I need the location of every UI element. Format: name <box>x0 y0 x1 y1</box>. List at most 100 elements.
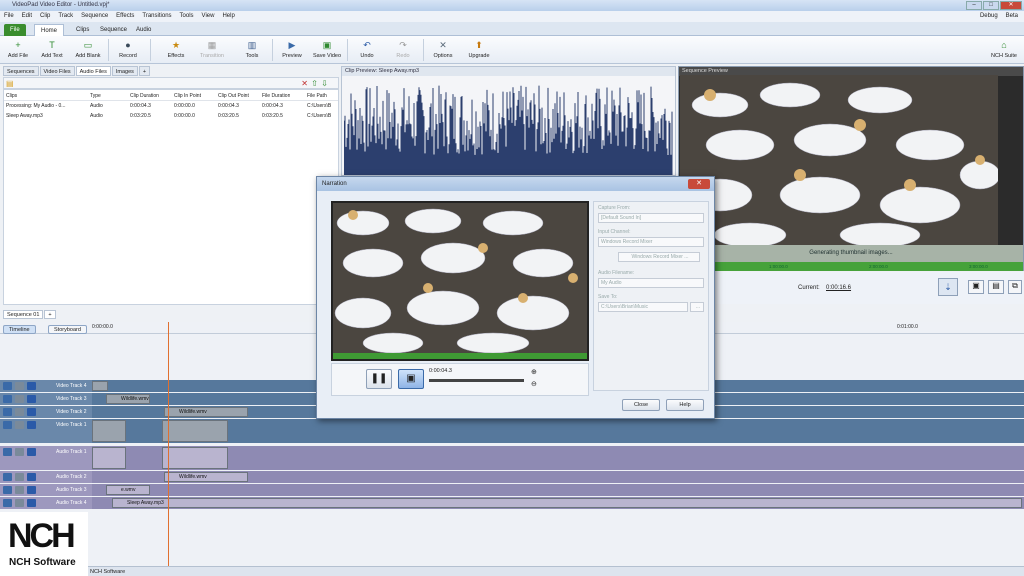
lock-icon[interactable] <box>15 408 24 416</box>
menu-view[interactable]: View <box>202 11 215 22</box>
mute-icon[interactable] <box>27 395 36 403</box>
speaker-icon[interactable] <box>3 448 12 456</box>
minimize-button[interactable]: – <box>966 1 982 10</box>
tab-home[interactable]: Home <box>34 24 65 36</box>
record-button[interactable]: ● Record <box>110 38 146 62</box>
timeline-clip[interactable] <box>162 420 228 442</box>
tab-images[interactable]: Images <box>111 66 138 76</box>
folder-icon[interactable]: ▤ <box>6 79 14 88</box>
effects-button[interactable]: ★ Effects <box>158 38 194 62</box>
capture-device-select[interactable]: [Default Sound In] <box>598 213 704 223</box>
table-row[interactable]: Sleep Away.mp3 Audio 0:03:20.5 0:00:00.0… <box>4 112 338 121</box>
add-sequence-button[interactable]: + <box>44 310 56 319</box>
tab-video-files[interactable]: Video Files <box>39 66 75 76</box>
menu-file[interactable]: File <box>4 11 14 22</box>
transition-button[interactable]: ▦ Transition <box>194 38 230 62</box>
dialog-help-button[interactable]: Help <box>666 399 704 411</box>
lock-icon[interactable] <box>15 421 24 429</box>
current-time[interactable]: 0:00:16.6 <box>826 285 851 291</box>
eye-icon[interactable] <box>3 395 12 403</box>
eye-icon[interactable] <box>3 408 12 416</box>
timeline-clip[interactable]: Wildlife.wmv <box>164 407 248 417</box>
solo-icon[interactable] <box>27 499 36 507</box>
timeline-button[interactable]: Timeline <box>3 325 36 334</box>
tools-button[interactable]: ▥ Tools <box>234 38 270 62</box>
lock-icon[interactable] <box>15 473 24 481</box>
eye-icon[interactable] <box>3 421 12 429</box>
unlink-icon[interactable]: ⧉ <box>1008 280 1022 294</box>
tab-sequence[interactable]: Sequence <box>94 24 133 36</box>
timeline-clip[interactable] <box>92 447 126 469</box>
options-button[interactable]: ✕ Options <box>425 38 461 62</box>
redo-button[interactable]: ↷ Redo <box>385 38 421 62</box>
audio-filename-input[interactable]: My Audio <box>598 278 704 288</box>
speaker-icon[interactable] <box>3 473 12 481</box>
lock-icon[interactable] <box>15 499 24 507</box>
zoom-out-icon[interactable]: ⊖ <box>531 380 537 388</box>
save-to-input[interactable]: C:\Users\Brian\Music <box>598 302 688 312</box>
zoom-in-icon[interactable]: ⊕ <box>531 368 537 376</box>
timeline-clip[interactable]: Intro <box>92 381 108 391</box>
mute-icon[interactable] <box>27 421 36 429</box>
timeline-clip[interactable] <box>92 420 126 442</box>
mute-icon[interactable] <box>27 408 36 416</box>
menu-sequence[interactable]: Sequence <box>81 11 108 22</box>
tab-audio[interactable]: Audio <box>130 24 157 36</box>
browse-button[interactable]: ... <box>690 302 704 312</box>
sequence-ruler[interactable]: 1:00:00.0 2:00:00.0 3:00:00.0 <box>679 262 1023 271</box>
menu-transitions[interactable]: Transitions <box>142 11 171 22</box>
storyboard-button[interactable]: Storyboard <box>48 325 87 334</box>
lock-icon[interactable] <box>15 382 24 390</box>
timeline-clip[interactable]: Sleep Away.mp3 <box>112 498 1022 508</box>
solo-icon[interactable] <box>27 448 36 456</box>
menu-track[interactable]: Track <box>58 11 73 22</box>
menu-debug[interactable]: Debug <box>980 11 998 22</box>
tab-sequences[interactable]: Sequences <box>3 66 39 76</box>
lock-icon[interactable] <box>15 486 24 494</box>
pause-button[interactable]: ❚❚ <box>366 369 392 389</box>
eye-icon[interactable] <box>3 382 12 390</box>
fullscreen-icon[interactable]: ▤ <box>988 280 1004 294</box>
solo-icon[interactable] <box>27 473 36 481</box>
menu-edit[interactable]: Edit <box>22 11 32 22</box>
menu-beta[interactable]: Beta <box>1006 11 1018 22</box>
delete-icon[interactable]: ✕ <box>301 79 308 88</box>
tab-file[interactable]: File <box>4 24 26 36</box>
add-file-button[interactable]: + Add File <box>0 38 36 62</box>
timeline-clip[interactable]: Wildlife.wmv <box>106 394 150 404</box>
dialog-close-button[interactable]: Close <box>622 399 660 411</box>
mute-icon[interactable] <box>27 382 36 390</box>
nch-suite-button[interactable]: ⌂ NCH Suite <box>986 38 1022 62</box>
preview-button[interactable]: ▶ Preview <box>274 38 310 62</box>
timeline-clip[interactable] <box>162 447 228 469</box>
maximize-button[interactable]: □ <box>983 1 999 10</box>
timeline-clip[interactable]: Wildlife.wmv <box>164 472 248 482</box>
narration-seek-bar[interactable] <box>429 379 524 382</box>
tab-sequence-01[interactable]: Sequence 01 <box>3 310 44 319</box>
upgrade-button[interactable]: ⬆ Upgrade <box>461 38 497 62</box>
lock-icon[interactable] <box>15 395 24 403</box>
add-text-button[interactable]: T Add Text <box>34 38 70 62</box>
tab-clips[interactable]: Clips <box>70 24 95 36</box>
menu-help[interactable]: Help <box>222 11 234 22</box>
record-mixer-button[interactable]: Windows Record Mixer ... <box>618 252 700 262</box>
add-bin-tab-button[interactable]: + <box>138 66 151 76</box>
move-down-icon[interactable]: ⇩ <box>321 79 328 88</box>
playhead[interactable] <box>168 322 169 568</box>
save-video-button[interactable]: ▣ Save Video <box>309 38 345 62</box>
add-blank-button[interactable]: ▭ Add Blank <box>70 38 106 62</box>
table-row[interactable]: Processing: My Audio - 0... Audio 0:00:0… <box>4 102 338 111</box>
snapshot-icon[interactable]: ▣ <box>968 280 984 294</box>
input-channel-select[interactable]: Windows Record Mixer <box>598 237 704 247</box>
solo-icon[interactable] <box>27 486 36 494</box>
dialog-close-icon[interactable]: ✕ <box>688 179 710 189</box>
lock-icon[interactable] <box>15 448 24 456</box>
speaker-icon[interactable] <box>3 499 12 507</box>
timeline-clip[interactable]: e.wmv <box>106 485 150 495</box>
menu-effects[interactable]: Effects <box>116 11 134 22</box>
record-narration-button[interactable]: ▣ <box>398 369 424 389</box>
menu-clip[interactable]: Clip <box>40 11 50 22</box>
menu-tools[interactable]: Tools <box>180 11 194 22</box>
move-up-icon[interactable]: ⇧ <box>311 79 318 88</box>
speaker-icon[interactable] <box>3 486 12 494</box>
